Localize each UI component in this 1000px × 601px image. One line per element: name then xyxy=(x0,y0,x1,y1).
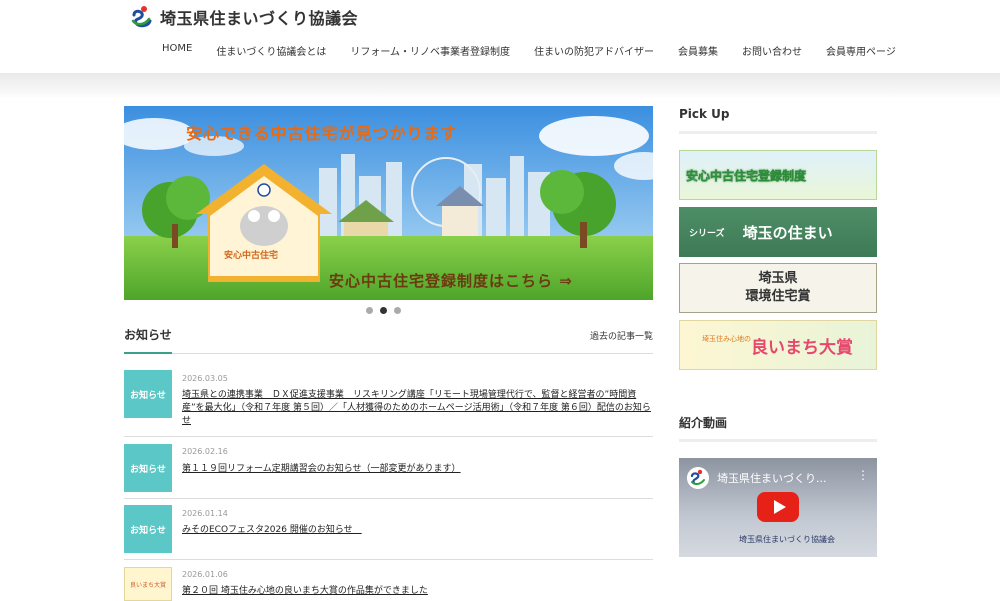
banner-environment-award[interactable]: 埼玉県 環境住宅賞 xyxy=(679,263,877,313)
slider-dot-2[interactable] xyxy=(380,307,387,314)
banner-label: 埼玉の住まい xyxy=(742,223,833,242)
main-nav: HOME 住まいづくり協議会とは リフォーム・リノベ事業者登録制度 住まいの防犯… xyxy=(150,43,908,58)
slider-dot-3[interactable] xyxy=(394,307,401,314)
news-section-title: お知らせ xyxy=(124,328,172,342)
nav-membership[interactable]: 会員募集 xyxy=(666,43,730,58)
more-options-icon[interactable]: ⋮ xyxy=(857,468,869,482)
slider-dot-1[interactable] xyxy=(366,307,373,314)
banner-label-line2: 環境住宅賞 xyxy=(745,289,811,304)
banner-good-town-award[interactable]: 埼玉住み心地の 良いまち大賞 xyxy=(679,320,877,370)
news-link[interactable]: 第１１９回リフォーム定期講習会のお知らせ（一部変更があります） xyxy=(182,463,652,476)
site-logo[interactable]: 埼玉県住まいづくり協議会 xyxy=(130,5,358,29)
slider-dots xyxy=(366,307,401,314)
nav-crime-prevention[interactable]: 住まいの防犯アドバイザー xyxy=(522,43,666,58)
banner-label: 良いまち大賞 xyxy=(751,337,853,358)
news-title-underline xyxy=(124,352,172,354)
news-date: 2026.02.16 xyxy=(182,447,228,456)
news-item: お知らせ 2026.02.16 第１１９回リフォーム定期講習会のお知らせ（一部変… xyxy=(124,443,653,499)
pickup-title: Pick Up xyxy=(679,107,730,121)
hero-headline: 安心できる中古住宅が見つかります xyxy=(186,124,458,143)
news-thumbnail[interactable]: 良いまち大賞 xyxy=(124,567,172,601)
hero-cta-text: 安心中古住宅登録制度はこちら ⇒ xyxy=(329,272,573,290)
pickup-divider xyxy=(679,131,877,134)
banner-used-house-registration[interactable]: 安心中古住宅登録制度 xyxy=(679,150,877,200)
news-link[interactable]: 埼玉県との連携事業 ＤＸ促進支援事業 リスキリング講座「リモート現場管理代行で、… xyxy=(182,389,652,428)
banner-label-line1: 埼玉県 xyxy=(758,271,798,286)
nav-about[interactable]: 住まいづくり協議会とは xyxy=(204,43,338,58)
video-section-title: 紹介動画 xyxy=(679,416,728,430)
video-title: 埼玉県住まいづくり... xyxy=(717,472,827,485)
nav-contact[interactable]: お問い合わせ xyxy=(730,43,814,58)
nav-home[interactable]: HOME xyxy=(150,43,204,58)
banner-series-label: シリーズ xyxy=(689,228,725,239)
header-shadow xyxy=(0,73,1000,99)
hero-slide[interactable]: 安心できる中古住宅が見つかります 安心中古住宅 安心中古住宅登録制度はこちら ⇒ xyxy=(124,106,653,300)
banner-saitama-homes-series[interactable]: シリーズ 埼玉の住まい xyxy=(679,207,877,257)
nav-members-only[interactable]: 会員専用ページ xyxy=(814,43,908,58)
site-header: 埼玉県住まいづくり協議会 HOME 住まいづくり協議会とは リフォーム・リノベ事… xyxy=(0,0,1000,73)
news-item: お知らせ 2026.03.05 埼玉県との連携事業 ＤＸ促進支援事業 リスキリン… xyxy=(124,368,653,437)
news-date: 2026.01.06 xyxy=(182,570,228,579)
news-link[interactable]: 第２０回 埼玉住み心地の良いまち大賞の作品集ができました xyxy=(182,585,652,598)
news-link[interactable]: みそのECOフェスタ2026 開催のお知らせ xyxy=(182,524,652,537)
channel-logo-icon xyxy=(687,467,709,489)
nav-reform-registration[interactable]: リフォーム・リノベ事業者登録制度 xyxy=(338,43,522,58)
video-divider xyxy=(679,439,877,442)
banner-tagline: 埼玉住み心地の xyxy=(702,335,751,343)
site-title: 埼玉県住まいづくり協議会 xyxy=(160,9,359,28)
play-icon xyxy=(773,500,786,514)
news-badge: お知らせ xyxy=(124,505,172,553)
news-badge: お知らせ xyxy=(124,444,172,492)
video-caption: 埼玉県住まいづくり協議会 xyxy=(739,535,835,544)
news-header: お知らせ 過去の記事一覧 xyxy=(124,326,653,354)
banner-label: 安心中古住宅登録制度 xyxy=(686,168,807,183)
intro-video[interactable]: 埼玉県住まいづくり... ⋮ 埼玉県住まいづくり協議会 xyxy=(679,458,877,557)
logo-mark-icon xyxy=(131,6,152,28)
hero-house-label: 安心中古住宅 xyxy=(224,251,279,261)
news-item: 良いまち大賞 2026.01.06 第２０回 埼玉住み心地の良いまち大賞の作品集… xyxy=(124,566,653,601)
news-date: 2026.01.14 xyxy=(182,509,228,518)
news-archive-link[interactable]: 過去の記事一覧 xyxy=(590,329,653,342)
news-item: お知らせ 2026.01.14 みそのECOフェスタ2026 開催のお知らせ xyxy=(124,505,653,560)
news-badge: お知らせ xyxy=(124,370,172,418)
news-date: 2026.03.05 xyxy=(182,374,228,383)
play-button[interactable] xyxy=(757,492,799,522)
